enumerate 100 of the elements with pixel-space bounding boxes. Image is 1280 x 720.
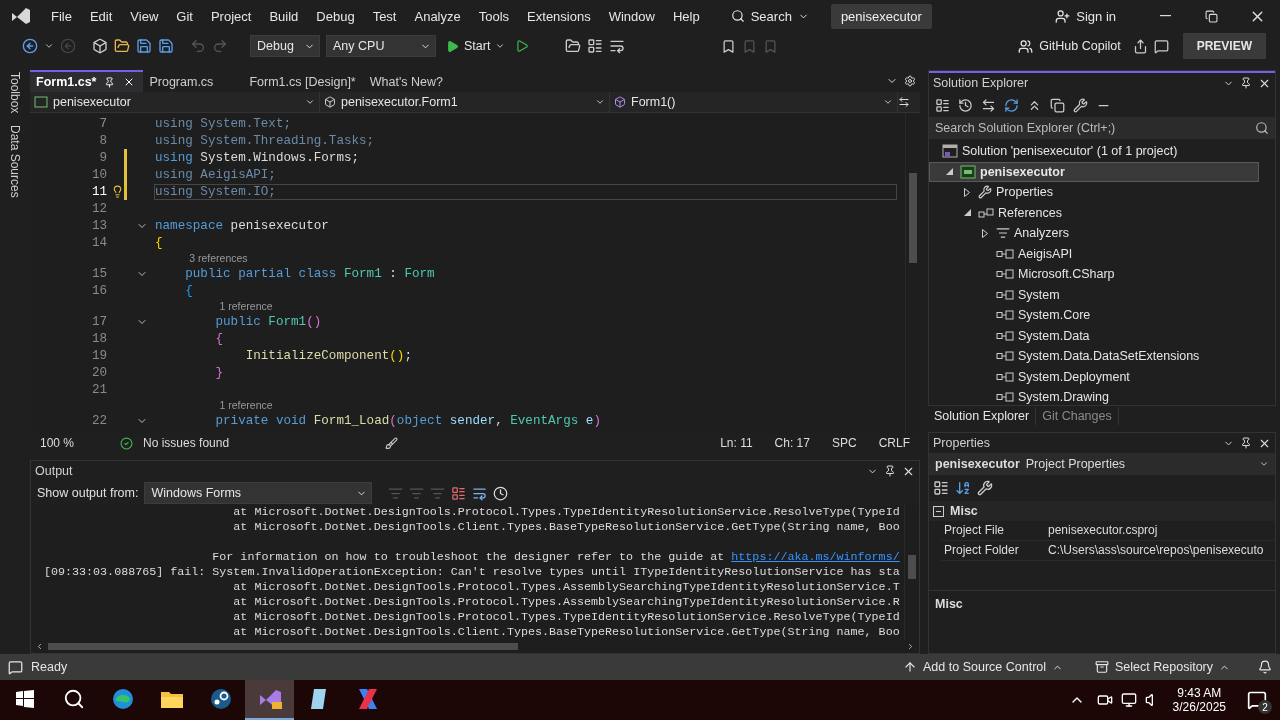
menu-item[interactable]: Tools bbox=[469, 8, 519, 24]
document-tab[interactable]: Form1.cs [Design]* bbox=[243, 70, 364, 92]
panel-tab[interactable]: Solution Explorer bbox=[928, 407, 1037, 425]
layout-icon[interactable] bbox=[587, 38, 604, 54]
category-header[interactable]: Misc bbox=[929, 501, 1275, 521]
property-value[interactable]: penisexecutor.csproj bbox=[1045, 521, 1275, 540]
pin-icon[interactable] bbox=[884, 465, 896, 477]
navigation-dropdown[interactable]: penisexecutor.Form1 bbox=[320, 92, 610, 112]
codelens-link[interactable]: 1 reference bbox=[219, 399, 273, 411]
menu-item[interactable]: Git bbox=[167, 8, 202, 24]
panel-tab[interactable]: Git Changes bbox=[1036, 407, 1119, 425]
pin-icon[interactable] bbox=[1240, 437, 1252, 449]
clear-icon[interactable] bbox=[451, 485, 467, 501]
add-to-source-control-button[interactable]: Add to Source Control bbox=[897, 659, 1070, 675]
clock-icon[interactable] bbox=[493, 485, 509, 501]
codelens-link[interactable]: 1 reference bbox=[219, 300, 273, 312]
notifications-icon[interactable] bbox=[1258, 660, 1272, 674]
pin-icon[interactable] bbox=[1240, 77, 1252, 89]
menu-item[interactable]: Test bbox=[363, 8, 406, 24]
output-source-dropdown[interactable]: Windows Forms bbox=[144, 482, 373, 504]
collapsed-arrow-icon[interactable] bbox=[982, 228, 988, 238]
sync-icon[interactable] bbox=[981, 97, 996, 113]
search-field[interactable]: Search Solution Explorer (Ctrl+;) bbox=[929, 117, 1275, 139]
menu-item[interactable]: Window bbox=[599, 8, 664, 24]
caret-icon[interactable] bbox=[44, 41, 54, 51]
tree-item[interactable]: System.Deployment bbox=[929, 366, 1259, 387]
history-icon[interactable] bbox=[958, 97, 973, 113]
start-without-debugging-icon[interactable] bbox=[515, 39, 530, 53]
brush-icon[interactable] bbox=[385, 436, 399, 450]
save-icon[interactable] bbox=[136, 38, 152, 54]
start-button[interactable]: Start bbox=[442, 37, 510, 55]
menu-item[interactable]: File bbox=[42, 8, 81, 24]
folder-icon[interactable] bbox=[565, 38, 582, 54]
search-button[interactable]: Search bbox=[722, 4, 817, 28]
tree-item[interactable]: Properties bbox=[929, 182, 1259, 203]
lightbulb-icon[interactable] bbox=[111, 185, 124, 198]
copilot-button[interactable]: GitHub Copilot bbox=[1012, 37, 1127, 55]
navigation-dropdown[interactable]: Form1() bbox=[610, 92, 898, 112]
menu-item[interactable]: Project bbox=[201, 8, 261, 24]
alphabetical-icon[interactable] bbox=[955, 480, 971, 496]
settings-icon[interactable] bbox=[904, 75, 916, 87]
menu-item[interactable]: Analyze bbox=[405, 8, 470, 24]
menu-item[interactable]: Extensions bbox=[518, 8, 600, 24]
configuration-dropdown[interactable]: Debug bbox=[250, 35, 320, 57]
wrench-icon[interactable] bbox=[977, 480, 993, 496]
refresh-icon[interactable] bbox=[1004, 97, 1019, 113]
side-tab[interactable]: Data Sources bbox=[8, 125, 22, 199]
navigation-dropdown[interactable]: penisexecutor bbox=[30, 92, 320, 112]
camera-icon[interactable] bbox=[1096, 692, 1113, 708]
notifications-button[interactable]: 2 bbox=[1234, 680, 1280, 720]
tree-item[interactable]: Microsoft.CSharp bbox=[929, 264, 1259, 285]
menu-item[interactable]: Build bbox=[260, 8, 308, 24]
menu-item[interactable]: Debug bbox=[307, 8, 364, 24]
back-icon[interactable] bbox=[22, 38, 38, 54]
tree-item[interactable]: AeigisAPI bbox=[929, 243, 1259, 264]
expanded-arrow-icon[interactable] bbox=[945, 168, 953, 176]
menu-item[interactable]: Help bbox=[663, 8, 709, 24]
zoom-level[interactable]: 100 % bbox=[34, 436, 81, 450]
object-selector[interactable]: penisexecutor Project Properties bbox=[929, 453, 1275, 475]
document-tab[interactable]: What's New? bbox=[363, 70, 464, 92]
split-icon[interactable] bbox=[898, 96, 910, 108]
tree-item[interactable]: System.Data.DataSetExtensions bbox=[929, 346, 1259, 367]
scroll-right-icon[interactable] bbox=[906, 642, 915, 651]
line-position[interactable]: Ln: 11 bbox=[714, 436, 759, 450]
bookmark-icon[interactable] bbox=[721, 38, 737, 54]
menu-item[interactable]: Edit bbox=[80, 8, 122, 24]
whitespace-mode[interactable]: SPC bbox=[825, 436, 863, 450]
wrench-icon[interactable] bbox=[1073, 97, 1088, 113]
categorized-icon[interactable] bbox=[933, 480, 949, 496]
side-tab[interactable]: Toolbox bbox=[8, 72, 22, 114]
tree-item[interactable]: Solution 'penisexecutor' (1 of 1 project) bbox=[929, 141, 1259, 162]
tree-item[interactable]: System bbox=[929, 284, 1259, 305]
scroll-left-icon[interactable] bbox=[35, 642, 44, 651]
clock-date[interactable]: 3/26/2025 bbox=[1172, 700, 1226, 714]
sign-in-button[interactable]: Sign in bbox=[1049, 7, 1122, 25]
open-folder-icon[interactable] bbox=[114, 38, 130, 54]
tree-item[interactable]: System.Data bbox=[929, 325, 1259, 346]
issues-status[interactable]: No issues found bbox=[143, 436, 236, 450]
save-all-icon[interactable] bbox=[158, 38, 174, 54]
tree-item[interactable]: penisexecutor bbox=[929, 161, 1259, 182]
menu-item[interactable]: View bbox=[121, 8, 168, 24]
collapsed-arrow-icon[interactable] bbox=[964, 187, 970, 197]
word-wrap-icon[interactable] bbox=[472, 485, 488, 501]
tree-item[interactable]: References bbox=[929, 202, 1259, 223]
spell-check-icon[interactable] bbox=[609, 38, 626, 54]
guide-link[interactable]: https://aka.ms/winforms/ bbox=[731, 550, 900, 564]
switch-views-icon[interactable] bbox=[935, 97, 950, 113]
codelens-link[interactable]: 3 references bbox=[189, 252, 248, 264]
select-repository-button[interactable]: Select Repository bbox=[1089, 659, 1236, 675]
feedback-icon[interactable] bbox=[1153, 38, 1169, 54]
document-tab[interactable]: Program.cs bbox=[143, 70, 244, 92]
document-tab[interactable]: Form1.cs* bbox=[30, 70, 144, 92]
tree-item[interactable]: System.Drawing bbox=[929, 387, 1259, 405]
clock-time[interactable]: 9:43 AM bbox=[1177, 686, 1222, 700]
share-icon[interactable] bbox=[1132, 38, 1148, 54]
tree-item[interactable]: Analyzers bbox=[929, 223, 1259, 244]
network-icon[interactable] bbox=[1120, 692, 1137, 708]
expanded-arrow-icon[interactable] bbox=[963, 209, 971, 217]
column-position[interactable]: Ch: 17 bbox=[768, 436, 816, 450]
preview-badge[interactable]: PREVIEW bbox=[1182, 33, 1266, 59]
